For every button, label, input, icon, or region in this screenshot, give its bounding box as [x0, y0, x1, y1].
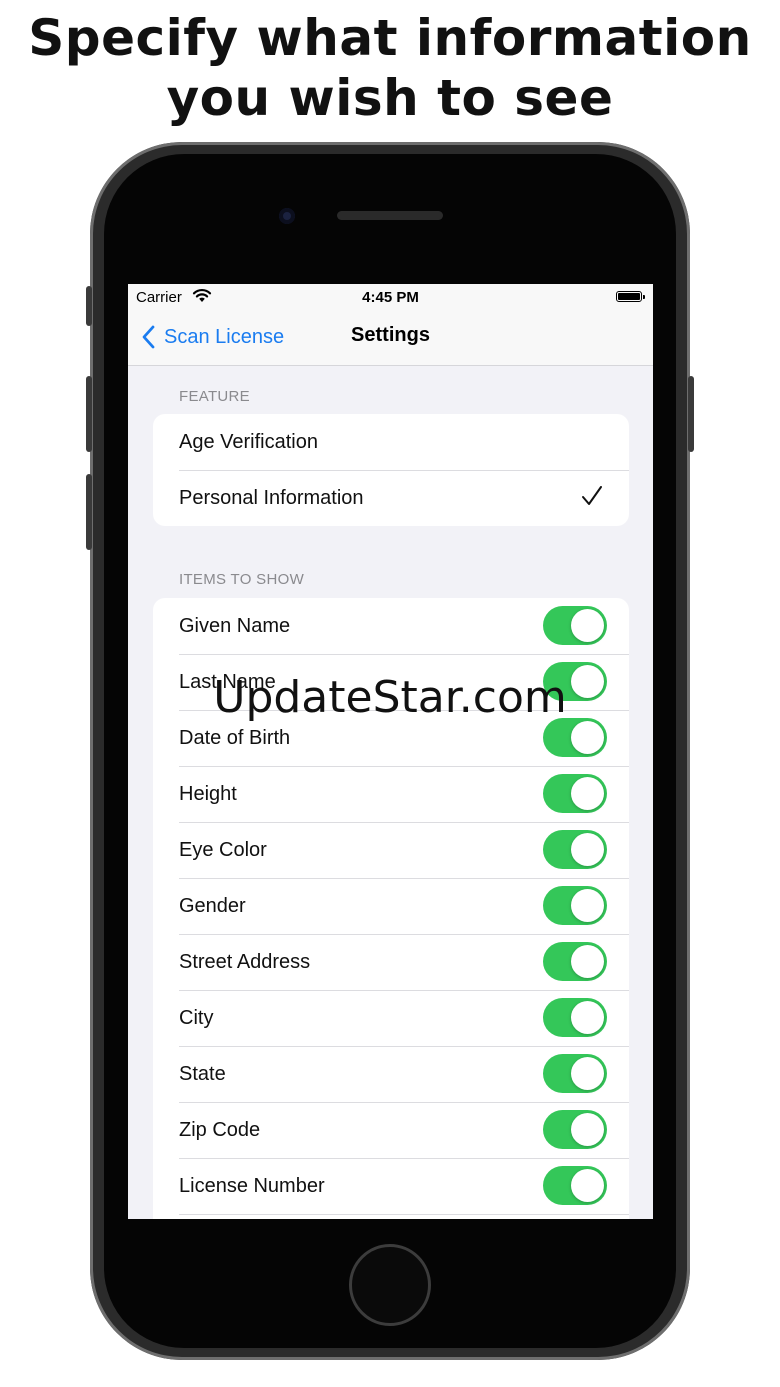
- list-item-street-address: Street Address: [153, 934, 629, 990]
- list-item-label: Given Name: [179, 614, 291, 637]
- list-item-state: State: [153, 1046, 629, 1102]
- list-item-label: Last Name: [179, 670, 276, 693]
- list-item-label: City: [179, 1006, 214, 1029]
- list-item-label: Gender: [179, 894, 246, 917]
- chevron-left-icon: [142, 325, 155, 349]
- list-item-zip-code: Zip Code: [153, 1102, 629, 1158]
- feature-option-age-verification[interactable]: Age Verification: [153, 414, 629, 470]
- list-item-next: [153, 1214, 629, 1219]
- list-item-last-name: Last Name: [153, 654, 629, 710]
- toggle-switch[interactable]: [543, 1110, 607, 1149]
- status-time: 4:45 PM: [362, 289, 419, 306]
- toggle-switch[interactable]: [543, 1166, 607, 1205]
- list-item-eye-color: Eye Color: [153, 822, 629, 878]
- toggle-switch[interactable]: [543, 942, 607, 981]
- list-item-height: Height: [153, 766, 629, 822]
- list-item-date-of-birth: Date of Birth: [153, 710, 629, 766]
- toggle-switch[interactable]: [543, 998, 607, 1037]
- headline-line-1: Specify what information: [28, 9, 752, 67]
- section-header-items-to-show: ITEMS TO SHOW: [179, 571, 305, 588]
- toggle-switch[interactable]: [543, 606, 607, 645]
- battery-icon: [616, 291, 645, 302]
- list-item-city: City: [153, 990, 629, 1046]
- section-header-feature: FEATURE: [179, 388, 250, 405]
- feature-group: Age Verification Personal Information: [153, 414, 629, 526]
- back-button[interactable]: Scan License: [142, 322, 284, 352]
- phone-screen: Carrier 4:45 PM Scan License Settings FE…: [128, 284, 653, 1219]
- items-to-show-group: Given Name Last Name Date of Birth Heigh…: [153, 598, 629, 1219]
- status-bar: Carrier 4:45 PM: [128, 284, 653, 310]
- toggle-switch[interactable]: [543, 1054, 607, 1093]
- volume-up-button: [86, 376, 92, 452]
- feature-option-personal-information[interactable]: Personal Information: [153, 470, 629, 526]
- navigation-bar: Scan License Settings: [128, 310, 653, 366]
- list-item-label: Date of Birth: [179, 726, 291, 749]
- toggle-switch[interactable]: [543, 662, 607, 701]
- checkmark-icon: [582, 486, 602, 505]
- feature-option-label: Age Verification: [179, 430, 318, 453]
- headline-line-2: you wish to see: [166, 69, 614, 127]
- list-item-label: Height: [179, 782, 237, 805]
- home-button[interactable]: [349, 1244, 431, 1326]
- toggle-switch[interactable]: [543, 774, 607, 813]
- volume-down-button: [86, 474, 92, 550]
- list-item-label: Eye Color: [179, 838, 267, 861]
- back-button-label: Scan License: [164, 325, 285, 348]
- headline: Specify what information you wish to see: [0, 8, 780, 128]
- list-item-label: State: [179, 1062, 226, 1085]
- power-button: [688, 376, 694, 452]
- list-item-label: Zip Code: [179, 1118, 261, 1141]
- list-item-gender: Gender: [153, 878, 629, 934]
- list-item-license-number: License Number: [153, 1158, 629, 1214]
- mute-switch: [86, 286, 92, 326]
- list-item-label: Street Address: [179, 950, 311, 973]
- list-item-given-name: Given Name: [153, 598, 629, 654]
- earpiece-speaker: [337, 211, 443, 220]
- toggle-switch[interactable]: [543, 886, 607, 925]
- list-item-label: License Number: [179, 1174, 325, 1197]
- toggle-switch[interactable]: [543, 718, 607, 757]
- front-camera: [279, 208, 295, 224]
- toggle-switch[interactable]: [543, 830, 607, 869]
- feature-option-label: Personal Information: [179, 486, 364, 509]
